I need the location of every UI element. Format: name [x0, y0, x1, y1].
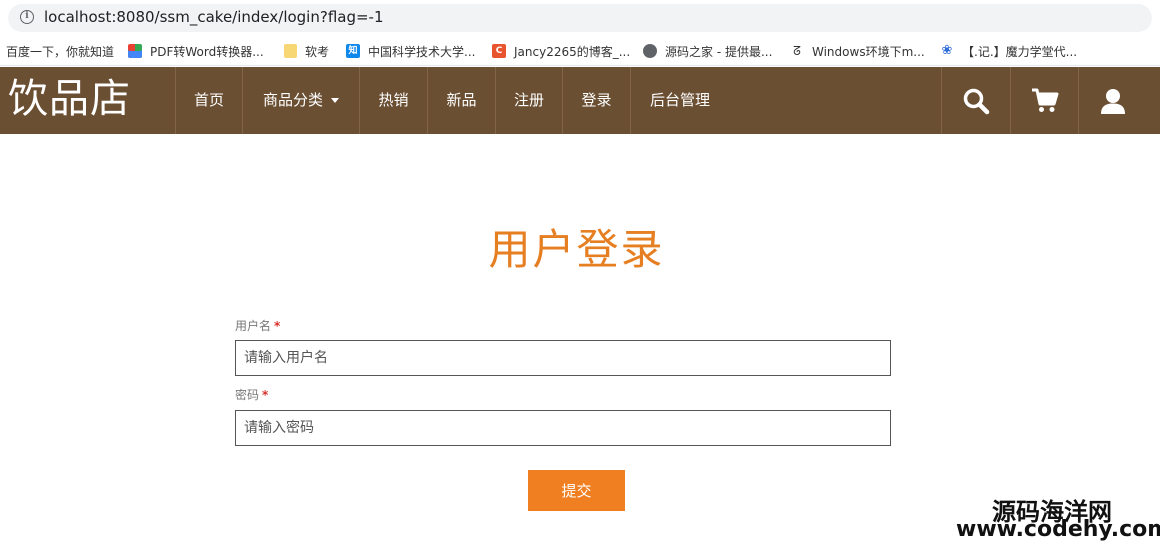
bookmark-csdn[interactable]: C Jancy2265的博客_... [492, 41, 630, 61]
nav-item-register[interactable]: 注册 [496, 67, 562, 134]
nav-item-categories[interactable]: 商品分类 [243, 67, 359, 134]
submit-button[interactable]: 提交 [528, 470, 625, 511]
bookmark-ustc[interactable]: 知 中国科学技术大学... [346, 41, 475, 61]
url-text[interactable]: localhost:8080/ssm_cake/index/login?flag… [44, 8, 384, 26]
bookmark-label: PDF转Word转换器... [150, 44, 264, 59]
username-label-text: 用户名 [235, 319, 272, 333]
bookmark-label: Windows环境下m... [812, 44, 925, 59]
bookmark-yuanma[interactable]: 源码之家 - 提供最... [643, 41, 772, 61]
bookmark-label: 【.记.】魔力学堂代... [962, 44, 1078, 59]
logo-icon: ᘔ [793, 44, 801, 58]
bookmark-label: 源码之家 - 提供最... [665, 44, 773, 59]
site-logo[interactable]: 饮品店 [8, 75, 131, 123]
colorful-grid-icon [128, 44, 142, 58]
nav-item-hot[interactable]: 热销 [360, 67, 427, 134]
bookmark-label: 软考 [305, 44, 330, 59]
watermark-url: www.codehy.com [956, 517, 1160, 542]
nav-item-label: 商品分类 [262, 91, 323, 109]
bookmarks-bar: 百度一下，你就知道 PDF转Word转换器... 软考 知 中国科学技术大学..… [0, 36, 1160, 66]
bookmark-moli[interactable]: ❀ 【.记.】魔力学堂代... [940, 41, 1078, 61]
required-mark: * [262, 388, 269, 402]
info-icon[interactable]: i [20, 10, 34, 24]
password-label-text: 密码 [235, 388, 260, 402]
globe-icon [643, 44, 657, 58]
search-icon [963, 88, 990, 114]
site-navbar: 饮品店 首页 商品分类 热销 新品 注册 登录 后台管理 [0, 67, 1160, 134]
csdn-icon: C [492, 44, 506, 58]
browser-address-bar: i localhost:8080/ssm_cake/index/login?fl… [0, 0, 1160, 36]
cart-icon [1032, 88, 1059, 112]
password-label: 密码 * [235, 386, 268, 403]
nav-item-admin[interactable]: 后台管理 [631, 67, 729, 134]
page-title: 用户登录 [488, 225, 665, 274]
caret-down-icon [331, 98, 339, 103]
nav-item-login[interactable]: 登录 [563, 67, 630, 134]
account-button[interactable] [1079, 67, 1147, 134]
bookmark-label: 百度一下，你就知道 [6, 44, 115, 59]
bookmark-windows[interactable]: ᘔ Windows环境下m... [790, 41, 925, 61]
user-icon [1101, 88, 1125, 114]
username-input[interactable] [235, 340, 891, 376]
zhi-icon: 知 [346, 44, 360, 58]
bookmark-ruankao[interactable]: 软考 [284, 41, 329, 61]
password-input[interactable] [235, 410, 891, 446]
search-button[interactable] [942, 67, 1010, 134]
bookmark-pdf[interactable]: PDF转Word转换器... [128, 41, 264, 61]
paw-icon: ❀ [941, 43, 953, 58]
folder-icon [284, 44, 297, 58]
bookmark-baidu[interactable]: 百度一下，你就知道 [6, 41, 114, 61]
bookmark-label: Jancy2265的博客_... [514, 44, 631, 59]
required-mark: * [274, 319, 281, 333]
nav-item-new[interactable]: 新品 [428, 67, 495, 134]
cart-button[interactable] [1011, 67, 1079, 134]
username-label: 用户名 * [235, 317, 280, 334]
nav-item-home[interactable]: 首页 [176, 67, 242, 134]
bookmark-label: 中国科学技术大学... [368, 44, 476, 59]
